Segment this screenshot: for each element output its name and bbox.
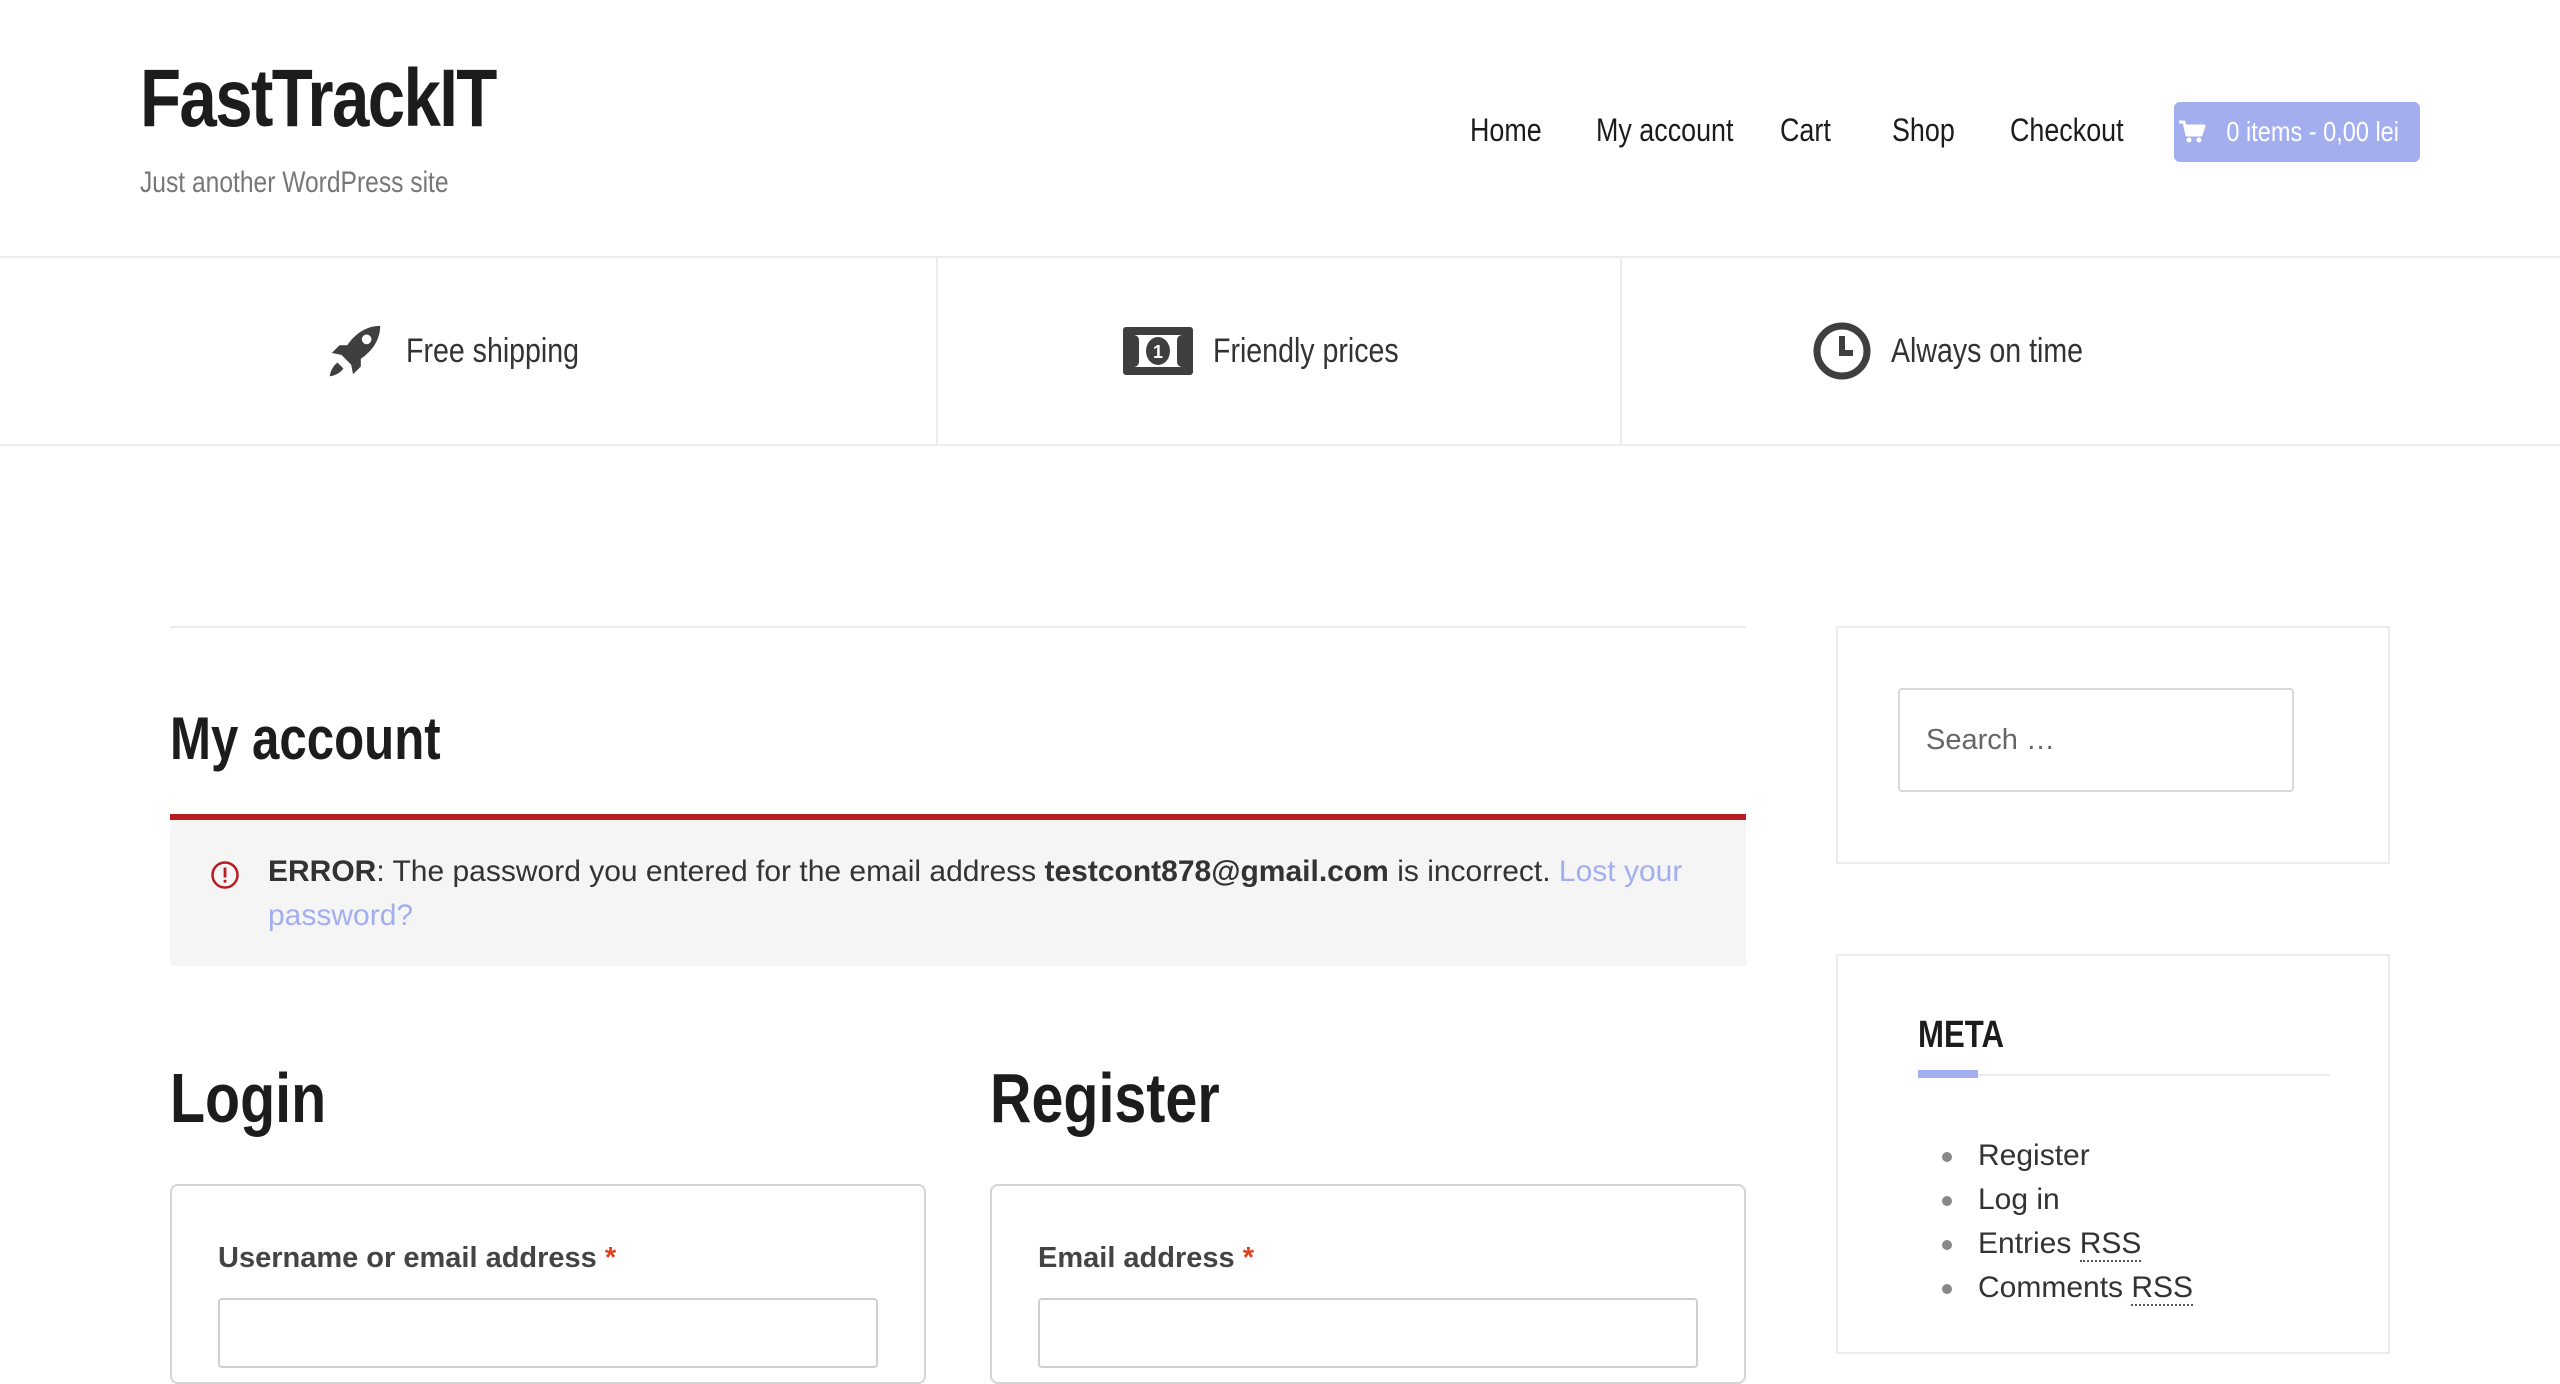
meta-link-text[interactable]: Register [1978,1139,2090,1172]
nav-item-home[interactable]: Home [1470,112,1542,149]
login-form: Username or email address * [170,1184,926,1384]
nav-item-shop[interactable]: Shop [1892,112,1955,149]
feature-label: Friendly prices [1213,331,1400,370]
meta-title-accent [1918,1070,1978,1078]
required-mark: * [604,1242,617,1274]
rss-abbr[interactable]: RSS [2079,1227,2142,1262]
search-widget: Search … [1836,626,2390,864]
search-placeholder: Search … [1926,723,2055,756]
register-form: Email address * [990,1184,1746,1384]
site-header: FastTrackIT Just another WordPress site … [0,0,2560,258]
error-notice: ERROR: The password you entered for the … [170,814,1746,966]
username-label-text: Username or email address [218,1242,597,1274]
error-message: ERROR: The password you entered for the … [268,850,1688,938]
features-bar: Free shipping 1 Friendly prices Always o… [0,258,2560,446]
meta-link-entries-rss[interactable]: Entries RSS [1938,1222,2193,1266]
cart-summary: 0 items - 0,00 lei [2226,116,2400,147]
search-input[interactable]: Search … [1898,688,2294,792]
meta-link-register[interactable]: Register [1938,1134,2193,1178]
cart-button[interactable]: 0 items - 0,00 lei [2174,102,2420,162]
nav-item-checkout[interactable]: Checkout [2010,112,2124,149]
feature-friendly-prices: 1 Friendly prices [938,258,1620,444]
meta-link-text[interactable]: Comments [1978,1271,2131,1304]
error-text-after: is incorrect. [1388,855,1559,888]
meta-link-comments-rss[interactable]: Comments RSS [1938,1266,2194,1310]
meta-title: META [1918,1014,2004,1056]
rocket-icon [329,325,381,377]
required-mark: * [1242,1242,1255,1274]
email-label: Email address * [1038,1242,1254,1275]
error-icon [211,861,239,889]
register-heading: Register [990,1059,1220,1137]
username-input[interactable] [218,1298,878,1368]
meta-link-text[interactable]: Entries [1978,1227,2080,1260]
site-title[interactable]: FastTrackIT [140,52,497,146]
site-tagline: Just another WordPress site [140,166,449,199]
meta-widget: META Register Log in Entries RSS Comment… [1836,954,2390,1354]
feature-label: Always on time [1890,331,2083,370]
rss-abbr[interactable]: RSS [2131,1271,2194,1306]
feature-label: Free shipping [405,331,580,370]
content-divider [170,626,1746,628]
feature-always-on-time: Always on time [1622,258,2310,444]
money-icon: 1 [1123,327,1194,375]
username-label: Username or email address * [218,1242,616,1275]
svg-text:1: 1 [1153,342,1163,362]
email-label-text: Email address [1038,1242,1235,1274]
cart-icon [2179,120,2206,143]
meta-link-login[interactable]: Log in [1938,1178,2193,1222]
login-heading: Login [170,1059,327,1137]
email-input[interactable] [1038,1298,1698,1368]
nav-item-my-account[interactable]: My account [1596,112,1733,149]
page-title: My account [170,705,441,772]
meta-title-underline [1918,1074,2330,1076]
clock-icon [1813,322,1871,380]
meta-links: Register Log in Entries RSS Comments RSS [1938,1134,2194,1310]
nav-item-cart[interactable]: Cart [1780,112,1831,149]
error-email: testcont878@gmail.com [1044,855,1389,888]
error-text-before: : The password you entered for the email… [376,855,1045,888]
error-prefix: ERROR [268,855,377,888]
meta-link-text[interactable]: Log in [1978,1183,2060,1216]
feature-free-shipping: Free shipping [0,258,936,444]
